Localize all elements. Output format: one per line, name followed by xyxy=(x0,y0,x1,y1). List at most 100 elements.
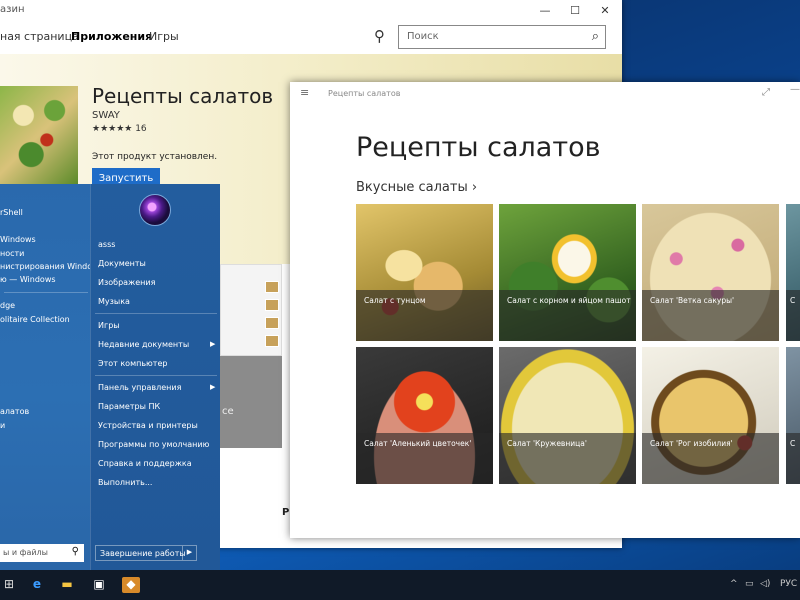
tab-apps[interactable]: Приложения xyxy=(71,30,152,43)
maximize-icon[interactable]: ☐ xyxy=(560,0,590,20)
store-titlebar: азин — ☐ ✕ xyxy=(0,0,622,20)
program-item[interactable]: rShell xyxy=(0,208,23,217)
screenshot-thumb[interactable] xyxy=(265,317,279,329)
recipe-tile-caption: С xyxy=(786,290,800,341)
recipe-tile[interactable]: Салат с корном и яйцом пашот xyxy=(499,204,636,341)
recipe-tile[interactable]: Салат 'Рог изобилия' xyxy=(642,347,779,484)
network-icon[interactable]: ▭ xyxy=(745,579,754,589)
places-item-control-panel[interactable]: Панель управления ▶ xyxy=(98,383,215,392)
screenshot-thumb[interactable] xyxy=(265,281,279,293)
recipes-app-window: ≡ Рецепты салатов ⤢ — Рецепты салатов Вк… xyxy=(290,82,800,538)
divider xyxy=(4,292,88,293)
store-window-title: азин xyxy=(0,4,25,15)
program-item[interactable]: dge xyxy=(0,301,15,310)
taskbar: ⊞ e ▬ ▣ ◆ ^ ▭ ◁) РУС xyxy=(0,570,800,600)
places-item-documents[interactable]: Документы xyxy=(98,259,146,268)
places-item-recent[interactable]: Недавние документы ▶ xyxy=(98,340,215,349)
program-item[interactable]: алатов xyxy=(0,407,29,416)
app-rating: ★★★★★ 16 xyxy=(92,124,147,134)
recipe-tile[interactable]: Салат 'Аленький цветочек' xyxy=(356,347,493,484)
places-item-label: Панель управления xyxy=(98,383,182,392)
start-programs-list: rShell Windows ности нистрирования Windo… xyxy=(0,184,99,570)
chevron-up-icon[interactable]: ^ xyxy=(730,579,738,589)
chevron-right-icon: › xyxy=(471,180,478,195)
places-item-default-programs[interactable]: Программы по умолчанию xyxy=(98,440,209,449)
program-item[interactable]: Windows xyxy=(0,235,36,244)
minimize-icon[interactable]: — xyxy=(530,0,560,20)
user-avatar[interactable] xyxy=(139,194,171,226)
divider xyxy=(95,375,217,376)
store-search-input[interactable]: Поиск ⌕ xyxy=(398,25,606,49)
recipe-tile-caption: Салат с корном и яйцом пашот xyxy=(499,290,636,341)
recipe-tile-caption: Салат 'Кружевница' xyxy=(499,433,636,484)
minimize-icon[interactable]: — xyxy=(790,84,800,95)
close-icon[interactable]: ✕ xyxy=(590,0,620,20)
program-item[interactable]: и xyxy=(0,421,5,430)
app-screenshots[interactable] xyxy=(220,264,282,356)
places-item-help[interactable]: Справка и поддержка xyxy=(98,459,192,468)
language-indicator[interactable]: РУС xyxy=(780,579,797,589)
start-search-placeholder: ы и файлы xyxy=(3,548,48,557)
search-placeholder: Поиск xyxy=(407,31,439,42)
preview-caption: се xyxy=(222,406,234,417)
divider xyxy=(95,313,217,314)
section-fragment: Р xyxy=(282,507,290,518)
recipes-app-icon[interactable]: ◆ xyxy=(122,577,140,593)
recipe-tile[interactable]: С xyxy=(786,204,800,341)
places-item-label: Недавние документы xyxy=(98,340,190,349)
recipe-tile-caption: Салат 'Ветка сакуры' xyxy=(642,290,779,341)
chevron-right-icon[interactable]: ▶ xyxy=(182,546,196,560)
recipe-tile-caption: С xyxy=(786,433,800,484)
places-item-pictures[interactable]: Изображения xyxy=(98,278,155,287)
places-item-devices[interactable]: Устройства и принтеры xyxy=(98,421,198,430)
recipe-tile-caption: Салат с тунцом xyxy=(356,290,493,341)
recipe-tile[interactable]: Салат 'Кружевница' xyxy=(499,347,636,484)
program-item[interactable]: ности xyxy=(0,249,24,258)
screenshot-preview[interactable]: се xyxy=(220,356,282,448)
app-publisher[interactable]: SWAY xyxy=(92,110,120,121)
recipe-tile[interactable]: С xyxy=(786,347,800,484)
start-menu: rShell Windows ности нистрирования Windo… xyxy=(0,184,220,570)
recipe-tile[interactable]: Салат 'Ветка сакуры' xyxy=(642,204,779,341)
places-item-run[interactable]: Выполнить... xyxy=(98,478,152,487)
tab-home[interactable]: ная страница xyxy=(0,30,79,43)
places-item-computer[interactable]: Этот компьютер xyxy=(98,359,167,368)
start-places-list: asss Документы Изображения Музыка Игры Н… xyxy=(90,184,220,570)
recipes-titlebar: ≡ Рецепты салатов ⤢ — xyxy=(290,82,800,104)
app-title: Рецепты салатов xyxy=(92,84,274,108)
windows-start-icon[interactable]: ⊞ xyxy=(0,577,18,593)
tab-games[interactable]: Игры xyxy=(149,30,179,43)
section-header[interactable]: Вкусные салаты › xyxy=(356,180,477,195)
app-image xyxy=(0,86,78,184)
shutdown-button[interactable]: Завершение работы ▶ xyxy=(95,545,197,561)
screenshot-thumb[interactable] xyxy=(265,299,279,311)
places-item-games[interactable]: Игры xyxy=(98,321,120,330)
recipe-tile[interactable]: Салат с тунцом xyxy=(356,204,493,341)
places-item-music[interactable]: Музыка xyxy=(98,297,130,306)
search-icon[interactable]: ⚲ xyxy=(72,546,79,557)
screenshot-thumb[interactable] xyxy=(265,335,279,347)
store-icon[interactable]: ▣ xyxy=(90,577,108,593)
places-item-pc-settings[interactable]: Параметры ПК xyxy=(98,402,160,411)
program-item[interactable]: olitaire Collection xyxy=(0,315,70,324)
chevron-right-icon: ▶ xyxy=(210,340,216,348)
store-window-controls: — ☐ ✕ xyxy=(530,0,620,20)
volume-icon[interactable]: ◁) xyxy=(760,579,770,589)
page-title: Рецепты салатов xyxy=(356,132,601,163)
installed-status: Этот продукт установлен. xyxy=(92,152,218,162)
edge-browser-icon[interactable]: e xyxy=(28,577,46,593)
search-icon[interactable]: ⌕ xyxy=(592,29,599,44)
start-search-input[interactable]: ы и файлы ⚲ xyxy=(0,544,84,562)
shutdown-label: Завершение работы xyxy=(100,549,186,558)
user-icon[interactable]: ⚲ xyxy=(374,27,385,45)
section-title: Вкусные салаты xyxy=(356,180,468,195)
chevron-right-icon: ▶ xyxy=(210,383,216,391)
file-explorer-icon[interactable]: ▬ xyxy=(58,577,76,593)
program-item[interactable]: нистрирования Window xyxy=(0,262,99,271)
hamburger-menu-icon[interactable]: ≡ xyxy=(300,86,309,99)
recipe-tile-caption: Салат 'Аленький цветочек' xyxy=(356,433,493,484)
places-item-user[interactable]: asss xyxy=(98,240,115,249)
program-item[interactable]: ю — Windows xyxy=(0,275,56,284)
recipes-window-title: Рецепты салатов xyxy=(328,89,401,98)
fullscreen-icon[interactable]: ⤢ xyxy=(762,87,770,98)
